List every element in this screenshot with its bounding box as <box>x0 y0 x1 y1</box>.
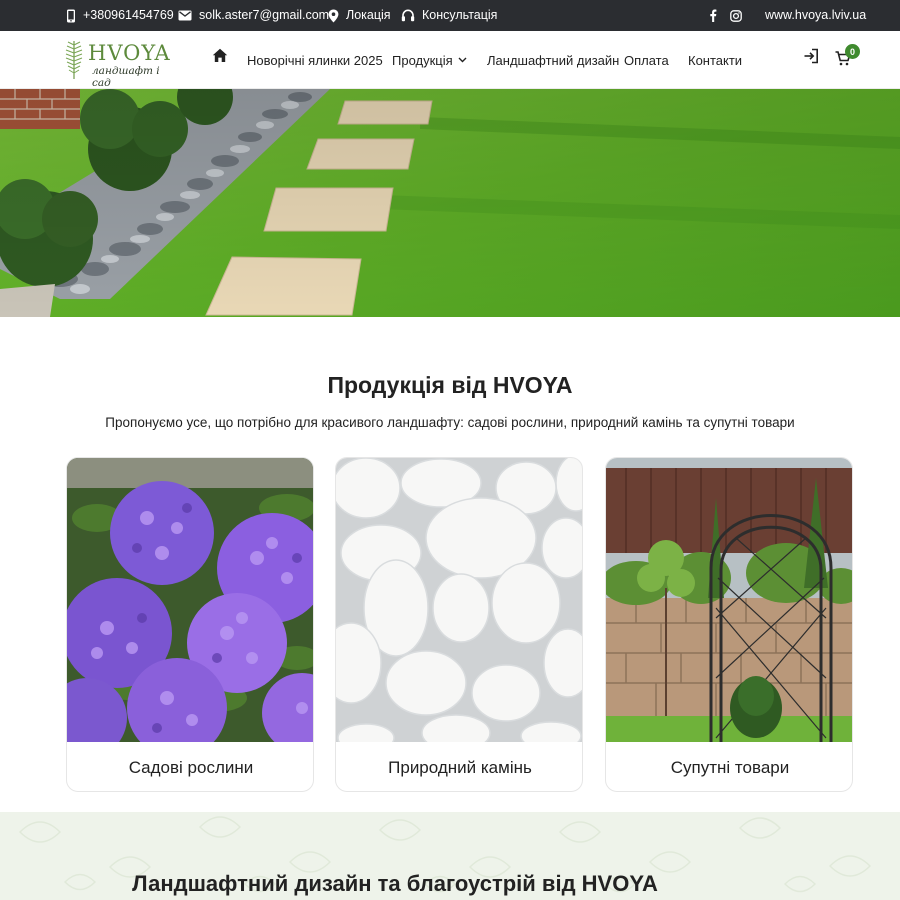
nav-home[interactable] <box>212 48 228 68</box>
hydrangea-image <box>67 458 313 742</box>
instagram-icon <box>730 9 742 22</box>
products-title-brand: HVOYA <box>492 372 573 398</box>
card-image <box>336 458 582 742</box>
landscape-title-prefix: Ландшафтний дизайн та благоустрій від <box>132 871 576 896</box>
login-icon <box>804 48 818 64</box>
hero-slider[interactable] <box>0 89 900 317</box>
nav-item-label: Продукція <box>392 52 453 68</box>
main-navbar: HVOYA ландшафт і сад Новорічні ялинки 20… <box>0 31 900 89</box>
pine-branch-icon <box>65 41 83 79</box>
facebook-icon <box>710 9 717 22</box>
nav-item-contacts[interactable]: Контакти <box>688 31 742 89</box>
nav-item-landscape-design[interactable]: Ландшафтний дизайн <box>487 31 619 89</box>
nav-item-payment[interactable]: Оплата <box>624 31 669 89</box>
card-label: Природний камінь <box>388 757 532 777</box>
landscape-title: Ландшафтний дизайн та благоустрій від HV… <box>0 871 790 897</box>
nav-item-label: Контакти <box>688 52 743 68</box>
product-card-accessories[interactable]: Супутні товари <box>605 457 853 792</box>
products-title-prefix: Продукція від <box>327 372 487 398</box>
site-url: www.hvoya.lviv.ua <box>765 8 867 22</box>
login-button[interactable] <box>803 48 819 69</box>
email-link[interactable]: solk.aster7@gmail.com <box>178 0 329 31</box>
chevron-down-icon <box>458 57 467 63</box>
location-pin-icon <box>328 9 339 22</box>
mail-icon <box>178 10 192 21</box>
consult-link[interactable]: Консультація <box>401 0 497 31</box>
product-card-stone[interactable]: Природний камінь <box>335 457 583 792</box>
nav-item-new-year-trees[interactable]: Новорічні ялинки 2025 <box>247 31 383 89</box>
cart-count-badge: 0 <box>845 44 860 59</box>
nav-item-label: Ландшафтний дизайн <box>487 52 620 68</box>
landscape-title-brand: HVOYA <box>581 871 658 896</box>
headset-icon <box>401 8 415 21</box>
logo-tagline: ландшафт і сад <box>92 65 160 89</box>
logo-wordmark: HVOYA <box>88 41 171 65</box>
consult-label: Консультація <box>422 8 498 22</box>
phone-link[interactable]: +380961454769 <box>66 0 174 31</box>
location-link[interactable]: Локація <box>328 0 391 31</box>
instagram-link[interactable] <box>730 0 742 31</box>
white-pebbles-image <box>336 458 582 742</box>
nav-item-label: Оплата <box>624 52 669 68</box>
products-title: Продукція від HVOYA <box>0 372 900 399</box>
card-label: Садові рослини <box>128 757 254 777</box>
phone-icon <box>67 9 75 22</box>
home-icon <box>212 48 228 62</box>
nav-item-products[interactable]: Продукція <box>392 31 467 89</box>
card-image <box>67 458 313 742</box>
card-label: Супутні товари <box>670 757 790 777</box>
nav-item-label: Новорічні ялинки 2025 <box>247 52 383 68</box>
email-address: solk.aster7@gmail.com <box>199 8 330 22</box>
logo[interactable]: HVOYA ландшафт і сад <box>64 39 176 89</box>
site-link[interactable]: www.hvoya.lviv.ua <box>765 0 866 31</box>
garden-arch-image <box>606 458 852 742</box>
top-bar: +380961454769 solk.aster7@gmail.com Лока… <box>0 0 900 31</box>
phone-number: +380961454769 <box>83 8 174 22</box>
location-label: Локація <box>346 8 391 22</box>
products-subtitle: Пропонуємо усе, що потрібно для красивог… <box>105 415 795 430</box>
facebook-link[interactable] <box>709 0 717 31</box>
card-image <box>606 458 852 742</box>
hero-image <box>0 89 900 317</box>
product-card-plants[interactable]: Садові рослини <box>66 457 314 792</box>
